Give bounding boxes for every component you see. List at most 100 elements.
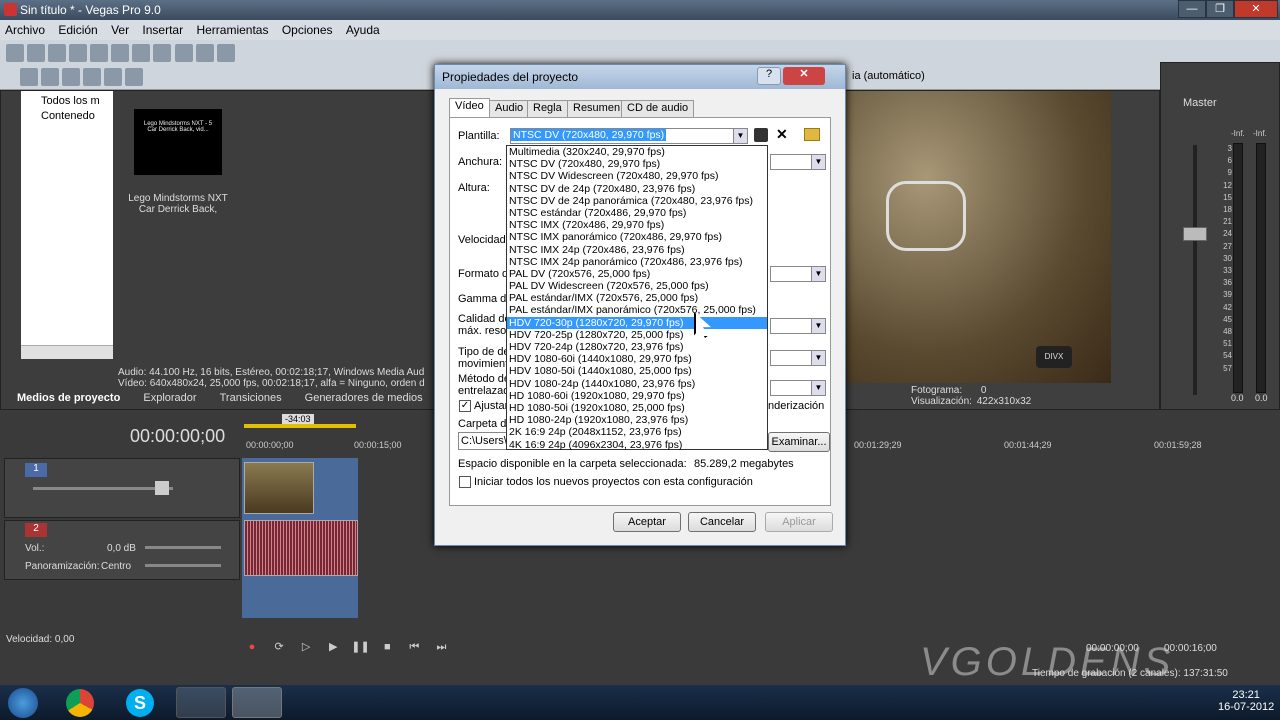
chevron-down-icon[interactable]: ▼: [733, 129, 747, 143]
render-icon[interactable]: [216, 44, 235, 62]
video-clip[interactable]: [244, 462, 314, 514]
loop-region[interactable]: [244, 424, 356, 428]
template-option[interactable]: NTSC IMX (720x486, 29,970 fps): [507, 219, 767, 231]
dialog-help-button[interactable]: ?: [757, 67, 781, 85]
pause-icon[interactable]: ❚❚: [351, 640, 369, 656]
video-level-handle[interactable]: [155, 481, 169, 495]
go-start-icon[interactable]: ⏮: [405, 641, 423, 657]
template-option[interactable]: NTSC DV (720x480, 29,970 fps): [507, 158, 767, 170]
menu-insertar[interactable]: Insertar: [137, 20, 188, 40]
preview-quality[interactable]: ia (automático): [852, 70, 925, 82]
zoom-icon[interactable]: [125, 68, 144, 86]
tree-item-bins[interactable]: Contenedo: [21, 107, 113, 122]
template-option[interactable]: HD 1080-50i (1920x1080, 25,000 fps): [507, 402, 767, 414]
blur-combo[interactable]: ▼: [770, 350, 826, 366]
undo-icon[interactable]: [174, 44, 193, 62]
capture-icon[interactable]: [41, 68, 60, 86]
template-option[interactable]: HDV 720-24p (1280x720, 23,976 fps): [507, 341, 767, 353]
template-option[interactable]: NTSC DV de 24p (720x480, 23,976 fps): [507, 183, 767, 195]
folder-path-input[interactable]: C:\Users\: [458, 432, 508, 450]
media-thumbnail[interactable]: Lego Mindstorms NXT - 5 Car Derrick Back…: [134, 109, 222, 175]
browse-button[interactable]: Examinar...: [768, 432, 830, 452]
template-option[interactable]: 2K 16:9 24p (2048x1152, 23,976 fps): [507, 426, 767, 438]
search-media-icon[interactable]: [62, 68, 81, 86]
master-fader[interactable]: [1183, 227, 1207, 241]
template-option[interactable]: NTSC DV de 24p panorámica (720x480, 23,9…: [507, 195, 767, 207]
template-option[interactable]: PAL DV (720x576, 25,000 fps): [507, 268, 767, 280]
tab-explorer[interactable]: Explorador: [133, 389, 206, 407]
start-button[interactable]: [8, 688, 38, 718]
save-icon[interactable]: [48, 44, 67, 62]
tab-summary[interactable]: Resumen: [567, 100, 627, 117]
ok-button[interactable]: Aceptar: [613, 512, 681, 532]
import-icon[interactable]: [20, 68, 38, 86]
template-combo[interactable]: NTSC DV (720x480, 29,970 fps) ▼: [510, 128, 748, 144]
tab-audio[interactable]: Audio: [489, 100, 530, 117]
open-icon[interactable]: [27, 44, 46, 62]
menu-opciones[interactable]: Opciones: [277, 20, 338, 40]
dialog-close-button[interactable]: ✕: [783, 67, 825, 85]
vegas-taskbar-icon[interactable]: [232, 687, 282, 718]
format-combo[interactable]: ▼: [770, 266, 826, 282]
adjust-checkbox[interactable]: ✓: [459, 400, 471, 412]
tab-video[interactable]: Vídeo: [449, 98, 490, 117]
quality-combo[interactable]: ▼: [770, 318, 826, 334]
menu-herramientas[interactable]: Herramientas: [191, 20, 273, 40]
template-option[interactable]: PAL DV Widescreen (720x576, 25,000 fps): [507, 280, 767, 292]
properties-icon[interactable]: [90, 44, 109, 62]
template-option[interactable]: 4K 16:9 24p (4096x2304, 23,976 fps): [507, 439, 767, 451]
template-option[interactable]: NTSC estándar (720x486, 29,970 fps): [507, 207, 767, 219]
tab-transitions[interactable]: Transiciones: [210, 389, 292, 407]
template-option[interactable]: HDV 720-30p (1280x720, 29,970 fps): [507, 316, 767, 329]
tab-media-generators[interactable]: Generadores de medios: [295, 389, 433, 407]
template-option[interactable]: HD 1080-24p (1920x1080, 23,976 fps): [507, 414, 767, 426]
minimize-button[interactable]: —: [1178, 0, 1206, 18]
chrome-icon[interactable]: [66, 689, 94, 717]
paste-icon[interactable]: [153, 44, 172, 62]
close-window-button[interactable]: ✕: [1234, 0, 1278, 18]
tab-ruler[interactable]: Regla: [527, 100, 568, 117]
tab-project-media[interactable]: Medios de proyecto: [7, 389, 130, 407]
save-template-icon[interactable]: [754, 128, 768, 142]
save-as-icon[interactable]: [69, 44, 88, 62]
redo-icon[interactable]: [195, 44, 214, 62]
skype-icon[interactable]: S: [126, 689, 154, 717]
menu-edicion[interactable]: Edición: [53, 20, 102, 40]
volume-slider[interactable]: [145, 546, 221, 549]
menu-archivo[interactable]: Archivo: [0, 20, 50, 40]
menu-ayuda[interactable]: Ayuda: [341, 20, 385, 40]
pan-slider[interactable]: [145, 564, 221, 567]
loop-icon[interactable]: ⟳: [270, 640, 288, 656]
template-option[interactable]: HDV 1080-24p (1440x1080, 23,976 fps): [507, 378, 767, 390]
play-icon[interactable]: [104, 68, 123, 86]
maximize-button[interactable]: ❐: [1206, 0, 1234, 18]
explorer-taskbar-icon[interactable]: [176, 687, 226, 718]
copy-icon[interactable]: [132, 44, 151, 62]
tab-audio-cd[interactable]: CD de audio: [621, 100, 695, 117]
record-icon[interactable]: ●: [243, 641, 261, 657]
width-combo[interactable]: ▼: [770, 154, 826, 170]
stop-icon[interactable]: ■: [378, 641, 396, 657]
app-icon[interactable]: [4, 3, 17, 16]
default-settings-checkbox[interactable]: [459, 476, 471, 488]
play-icon[interactable]: ▶: [324, 640, 342, 656]
deinterlace-combo[interactable]: ▼: [770, 380, 826, 396]
delete-template-icon[interactable]: ✕: [776, 126, 788, 143]
apply-button[interactable]: Aplicar: [765, 512, 833, 532]
tree-scrollbar[interactable]: [21, 345, 113, 359]
template-option[interactable]: HDV 1080-50i (1440x1080, 25,000 fps): [507, 365, 767, 377]
template-option[interactable]: NTSC IMX panorámico (720x486, 29,970 fps…: [507, 231, 767, 243]
template-option[interactable]: NTSC IMX 24p (720x486, 23,976 fps): [507, 244, 767, 256]
loop-marker[interactable]: -34:03: [282, 414, 314, 424]
template-option[interactable]: HDV 1080-60i (1440x1080, 29,970 fps): [507, 353, 767, 365]
tree-item-all[interactable]: Todos los m: [21, 91, 113, 107]
template-option[interactable]: NTSC IMX 24p panorámico (720x486, 23,976…: [507, 256, 767, 268]
template-option[interactable]: HD 1080-60i (1920x1080, 29,970 fps): [507, 390, 767, 402]
template-option[interactable]: PAL estándar/IMX (720x576, 25,000 fps): [507, 292, 767, 304]
cut-icon[interactable]: [111, 44, 130, 62]
audio-clip[interactable]: [244, 520, 358, 576]
template-option[interactable]: Multimedia (320x240, 29,970 fps): [507, 146, 767, 158]
folder-icon[interactable]: [804, 128, 820, 141]
go-end-icon[interactable]: ⏭: [432, 641, 450, 657]
cancel-button[interactable]: Cancelar: [688, 512, 756, 532]
